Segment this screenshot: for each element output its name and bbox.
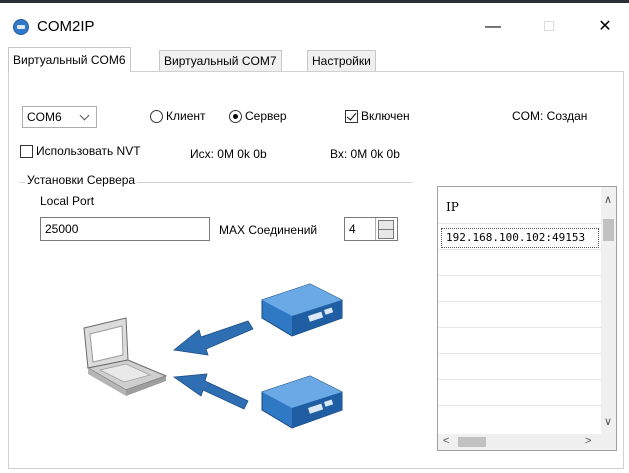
server-group-title: Установки Сервера (25, 173, 138, 187)
enabled-checkbox[interactable] (345, 110, 358, 123)
local-port-value: 25000 (45, 222, 79, 236)
scroll-thumb-h[interactable] (458, 437, 486, 447)
connections-list[interactable]: IP 192.168.100.102:49153 ∧ ∨ < > (437, 186, 617, 451)
tab-com7[interactable]: Виртуальный COM7 (159, 50, 282, 71)
client-radio-label: Клиент (166, 109, 206, 123)
server-radio[interactable] (229, 110, 242, 123)
top-edge (0, 0, 629, 3)
scroll-left-icon[interactable]: < (443, 435, 449, 447)
nvt-label: Использовать NVT (36, 144, 141, 158)
ip-column-header: IP (446, 200, 459, 214)
connection-ip: 192.168.100.102:49153 (446, 231, 586, 244)
app-icon (13, 19, 29, 35)
arrow-icon (172, 373, 249, 410)
minimize-button[interactable]: — (478, 14, 508, 40)
com-port-value: COM6 (27, 110, 62, 124)
out-stats: Исх: 0M 0k 0b (190, 147, 267, 161)
close-button[interactable]: ✕ (590, 14, 620, 40)
serial-device-icon (261, 375, 343, 429)
arrow-icon (173, 320, 254, 356)
nvt-checkbox[interactable] (20, 145, 33, 158)
network-illustration (83, 283, 343, 429)
com-port-select[interactable]: COM6 (22, 106, 97, 128)
serial-device-icon (261, 283, 343, 337)
max-conn-label: MAX Соединений (219, 223, 318, 237)
tab-com6[interactable]: Виртуальный COM6 (8, 47, 131, 72)
enabled-label: Включен (361, 109, 410, 123)
horizontal-scrollbar[interactable]: < > (438, 434, 616, 450)
tab-settings[interactable]: Настройки (307, 50, 376, 71)
chevron-down-icon (79, 110, 90, 121)
window-title: COM2IP (37, 18, 95, 35)
local-port-input[interactable]: 25000 (40, 217, 210, 241)
scroll-thumb[interactable] (603, 219, 614, 241)
client-radio[interactable] (150, 110, 163, 123)
local-port-label: Local Port (40, 194, 95, 208)
laptop-icon (83, 317, 168, 396)
max-conn-value: 4 (349, 222, 356, 236)
scroll-right-icon[interactable]: > (585, 435, 591, 447)
max-conn-spinner[interactable] (375, 218, 396, 240)
server-radio-label: Сервер (245, 109, 287, 123)
maximize-button[interactable]: □ (534, 14, 564, 40)
spin-down-icon[interactable] (378, 229, 394, 239)
vertical-scrollbar[interactable]: ∧ ∨ (601, 187, 616, 434)
scroll-up-icon[interactable]: ∧ (604, 193, 612, 206)
scroll-down-icon[interactable]: ∨ (604, 415, 612, 428)
in-stats: Вх: 0M 0k 0b (330, 147, 400, 161)
com-status: COM: Создан (512, 109, 588, 123)
